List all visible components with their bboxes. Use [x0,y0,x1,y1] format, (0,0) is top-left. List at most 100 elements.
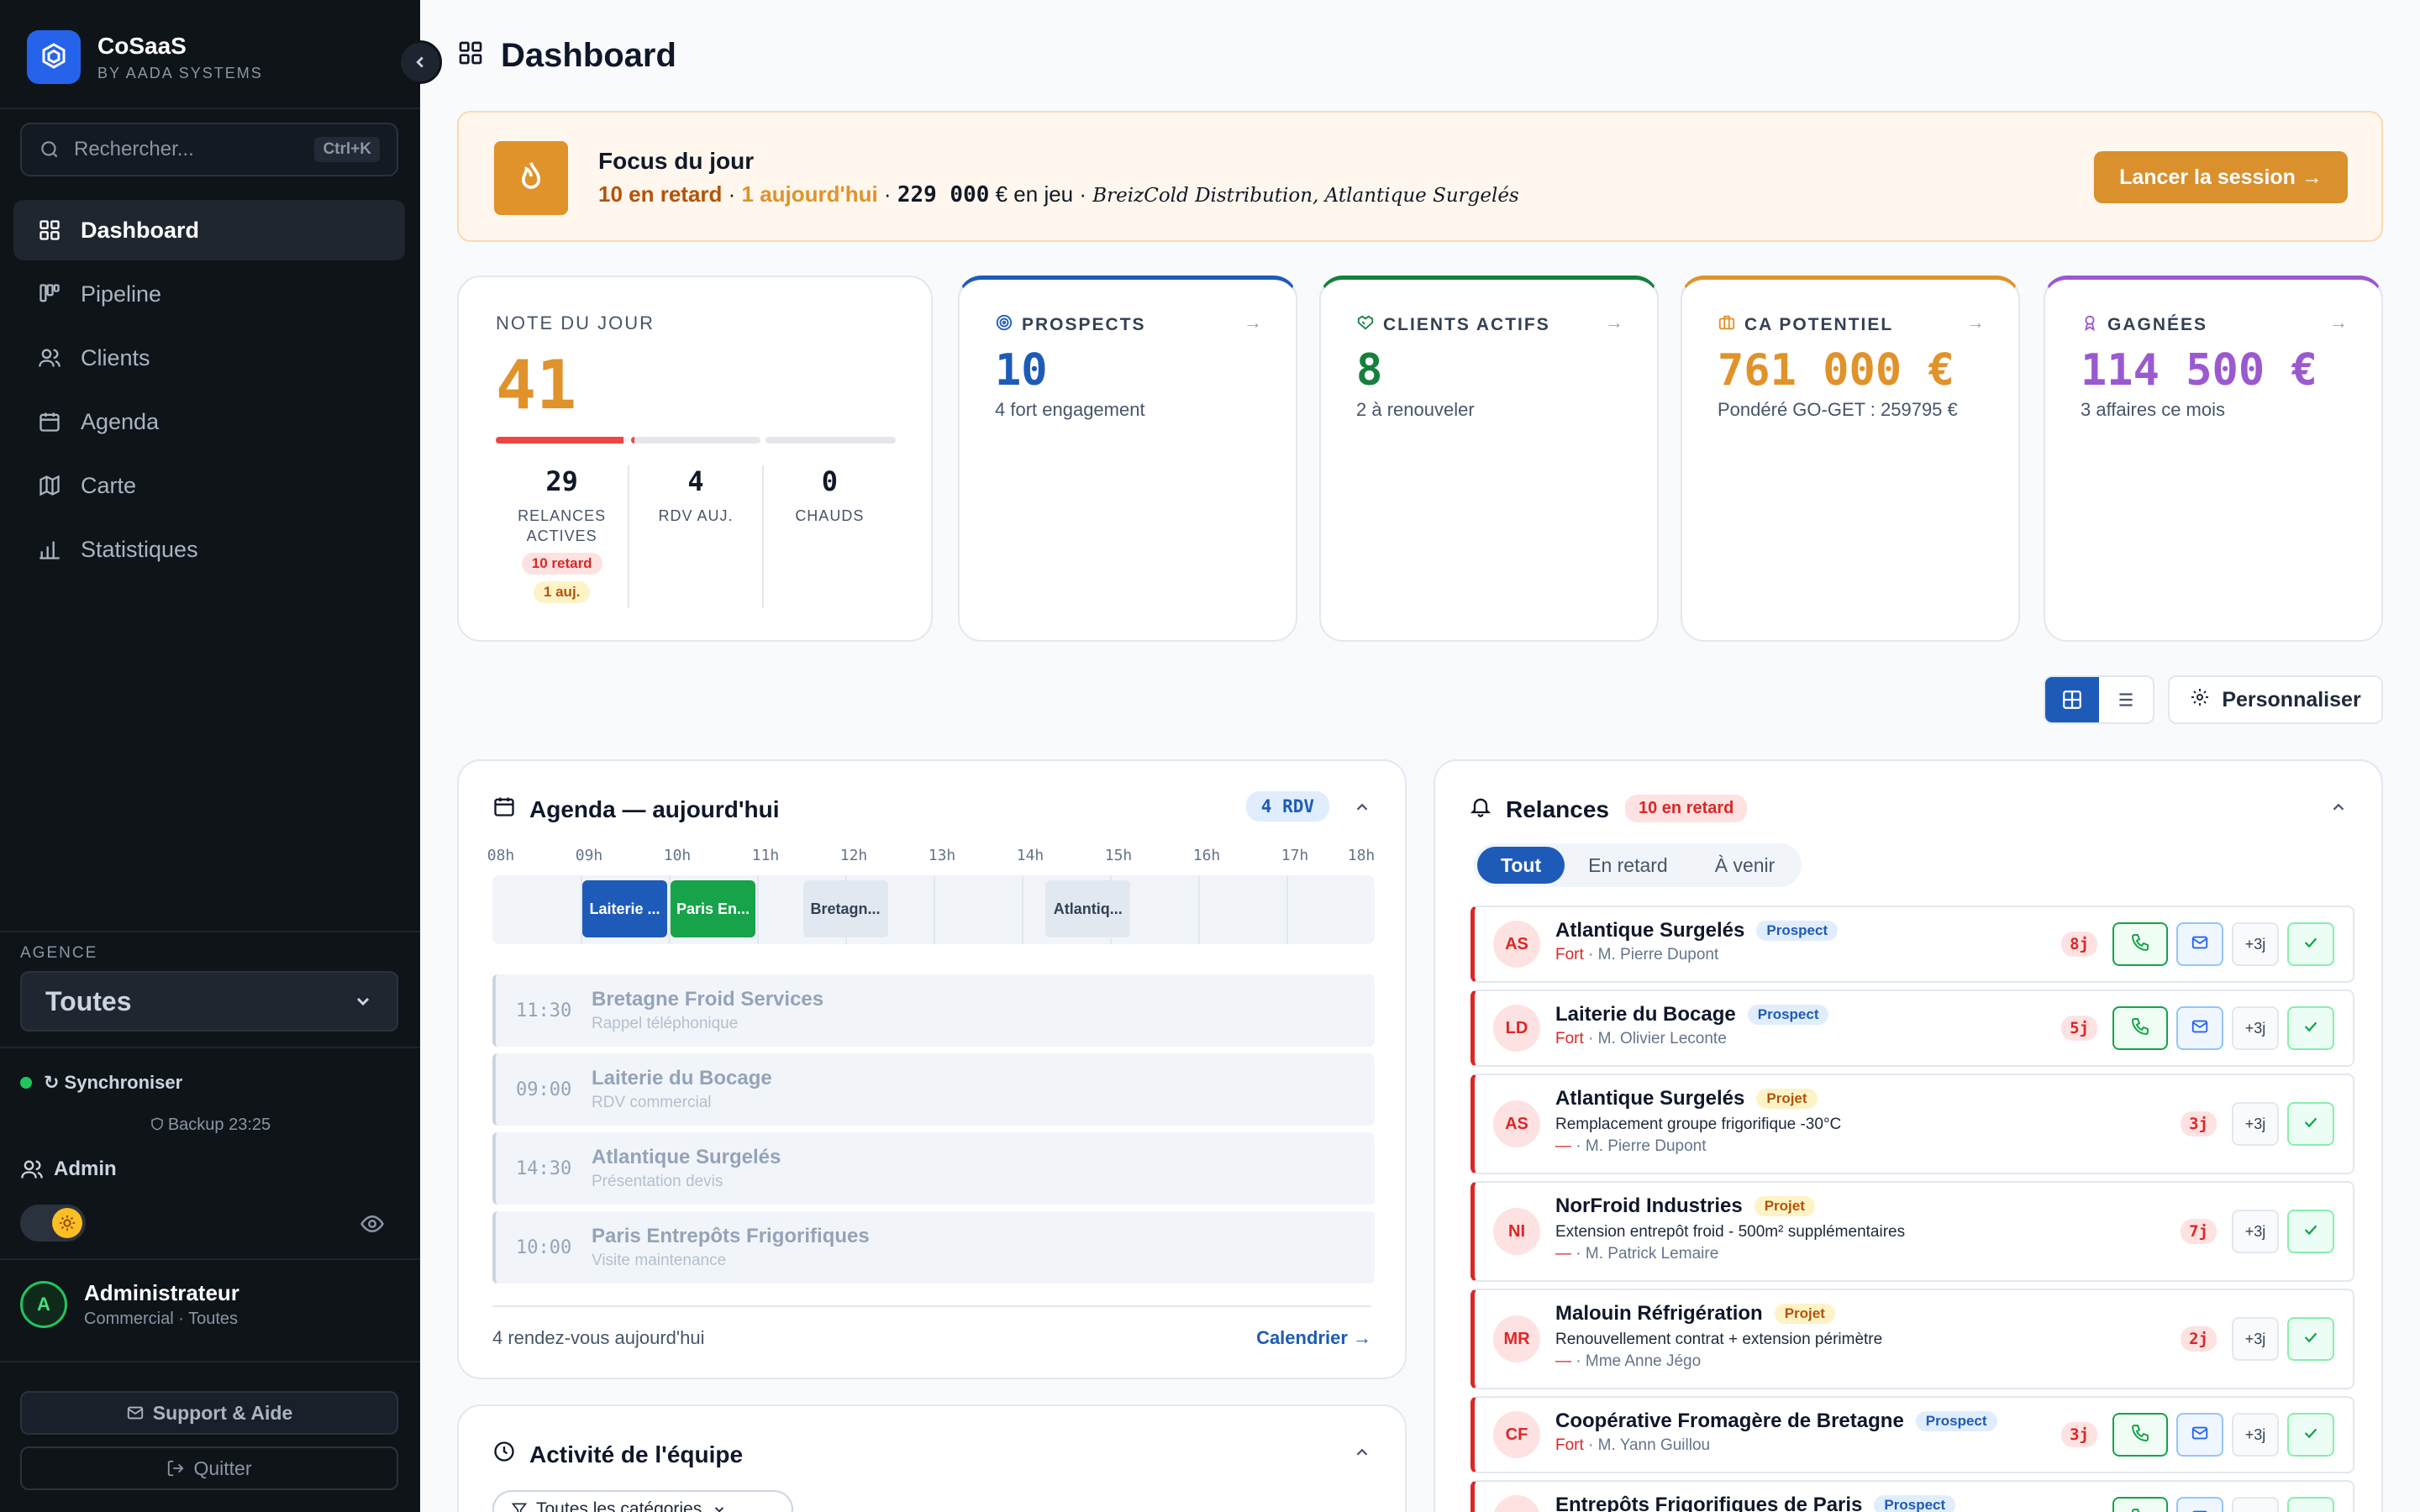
award-icon [2081,313,2099,337]
timeline-event[interactable]: Bretagn... [802,880,888,937]
sync-button[interactable]: ↻ Synchroniser [20,1072,182,1094]
mail-icon [2191,1017,2209,1040]
postpone-button[interactable]: +3j [2232,1210,2279,1253]
kpi-ca-potentiel-card[interactable]: CA POTENTIEL → 761 000 € Pondéré GO-GET … [1681,276,2020,642]
sidebar-item-pipeline[interactable]: Pipeline [13,264,405,324]
relance-strength: Fort [1555,946,1584,963]
calendar-link[interactable]: Calendrier → [1256,1327,1371,1349]
postpone-button[interactable]: +3j [2232,1317,2279,1361]
tab-a-venir[interactable]: À venir [1691,847,1799,884]
category-filter[interactable]: Toutes les catégories [492,1490,793,1512]
tab-en-retard[interactable]: En retard [1565,847,1691,884]
relance-meta: Fort · M. Yann Guillou [1555,1436,1997,1455]
search-input[interactable]: Rechercher... Ctrl+K [20,123,398,176]
email-button[interactable] [2176,1413,2223,1457]
relance-name: Entrepôts Frigorifiques de Paris [1555,1494,1863,1512]
phone-button[interactable] [2112,1497,2168,1512]
start-session-button[interactable]: Lancer la session → [2094,151,2348,203]
user-profile[interactable]: A Administrateur Commercial · Toutes [20,1280,239,1329]
rdv-item[interactable]: 10:00 Paris Entrepôts Frigorifiques Visit… [492,1211,1375,1284]
page-title-text: Dashboard [501,37,676,74]
rdv-item[interactable]: 11:30 Bretagne Froid Services Rappel télé… [492,974,1375,1047]
late-pill: 10 retard [521,553,602,575]
kpi-clients-actifs-card[interactable]: CLIENTS ACTIFS → 8 2 à renouveler [1319,276,1659,642]
logout-icon [168,1460,185,1477]
relance-body: Malouin Réfrigération Projet Renouvellemen… [1555,1302,1882,1371]
admin-role[interactable]: Admin [20,1158,117,1181]
quit-button[interactable]: Quitter [20,1446,398,1490]
email-button[interactable] [2176,922,2223,966]
rdv-item[interactable]: 14:30 Atlantique Surgelés Présentation de… [492,1132,1375,1205]
timeline-event[interactable]: Laiterie ... [582,880,667,937]
done-button[interactable] [2287,1006,2334,1050]
brand[interactable]: CoSaaS BY AADA SYSTEMS [27,30,263,84]
relance-item[interactable]: AS Atlantique Surgelés Prospect Fort · M. P… [1470,906,2354,983]
sidebar-item-agenda[interactable]: Agenda [13,391,405,452]
relance-name-row: Atlantique Surgelés Projet [1555,1087,1841,1110]
agence-select[interactable]: Toutes [20,971,398,1032]
sidebar-item-clients[interactable]: Clients [13,328,405,388]
postpone-button[interactable]: +3j [2232,1006,2279,1050]
support-button[interactable]: Support & Aide [20,1391,398,1435]
handshake-icon [1356,313,1375,337]
stat-chauds[interactable]: 0 CHAUDS [761,465,896,608]
phone-button[interactable] [2112,922,2168,966]
rdv-time: 14:30 [516,1158,572,1179]
done-button[interactable] [2287,1413,2334,1457]
relance-meta: — · Mme Anne Jégo [1555,1352,1882,1371]
stat-rdv[interactable]: 4 RDV AUJ. [628,465,761,608]
note-stats: 29 RELANCES ACTIVES 10 retard 1 auj. 4 R… [496,465,896,608]
theme-toggle[interactable] [20,1205,86,1242]
note-progress [496,437,897,444]
relance-item[interactable]: LD Laiterie du Bocage Prospect Fort · M. Ol… [1470,990,2354,1067]
stat-relances[interactable]: 29 RELANCES ACTIVES 10 retard 1 auj. [496,465,628,608]
sidebar-item-statistiques[interactable]: Statistiques [13,519,405,580]
done-button[interactable] [2287,1210,2334,1253]
postpone-button[interactable]: +3j [2232,922,2279,966]
timeline-event[interactable]: Atlantiq... [1045,880,1131,937]
relance-tag: Projet [1754,1196,1815,1216]
postpone-button[interactable]: +3j [2232,1413,2279,1457]
done-button[interactable] [2287,1102,2334,1146]
done-button[interactable] [2287,1497,2334,1512]
eye-icon[interactable] [360,1211,385,1241]
phone-button[interactable] [2112,1413,2168,1457]
relance-item[interactable]: EF Entrepôts Frigorifiques de Paris Prospe… [1470,1480,2354,1512]
personnaliser-button[interactable]: Personnaliser [2168,675,2383,724]
tab-tout[interactable]: Tout [1477,847,1565,884]
relance-item[interactable]: CF Coopérative Fromagère de Bretagne Prosp… [1470,1396,2354,1473]
kpi-subtext: 3 affaires ce mois [2081,399,2226,420]
relance-item[interactable]: AS Atlantique Surgelés Projet Remplacement … [1470,1074,2354,1174]
user-role: Commercial · Toutes [84,1310,239,1328]
done-button[interactable] [2287,1317,2334,1361]
divider [0,1258,420,1260]
grid-view-button[interactable] [2045,677,2099,722]
chevron-up-icon[interactable] [1353,798,1371,821]
rdv-item[interactable]: 09:00 Laiterie du Bocage RDV commercial [492,1053,1375,1126]
kpi-prospects-card[interactable]: PROSPECTS → 10 4 fort engagement [958,276,1297,642]
relance-meta: Fort · M. Pierre Dupont [1555,946,1838,964]
postpone-button[interactable]: +3j [2232,1497,2279,1512]
collapse-sidebar-button[interactable] [398,40,442,84]
postpone-button[interactable]: +3j [2232,1102,2279,1146]
kpi-value: 10 [995,345,1048,396]
relance-item[interactable]: NI NorFroid Industries Projet Extension ent… [1470,1181,2354,1282]
phone-button[interactable] [2112,1006,2168,1050]
agenda-title: Agenda — aujourd'hui [492,795,780,824]
kpi-gagnees-card[interactable]: GAGNÉES → 114 500 € 3 affaires ce mois [2044,276,2383,642]
divider [0,1361,420,1362]
done-button[interactable] [2287,922,2334,966]
chevron-up-icon[interactable] [1353,1443,1371,1466]
relance-item[interactable]: MR Malouin Réfrigération Projet Renouvellem… [1470,1289,2354,1389]
email-button[interactable] [2176,1497,2223,1512]
flame-icon [494,141,568,215]
sidebar-item-dashboard[interactable]: Dashboard [13,200,405,260]
focus-banner: Focus du jour 10 en retard · 1 aujourd'h… [457,111,2383,242]
chevron-down-icon [715,1507,724,1512]
email-button[interactable] [2176,1006,2223,1050]
list-view-button[interactable] [2099,677,2153,722]
chevron-up-icon[interactable] [2329,798,2348,821]
sidebar-item-carte[interactable]: Carte [13,455,405,516]
timeline-event[interactable]: Paris En... [671,880,755,937]
rdv-name: Atlantique Surgelés [592,1146,781,1168]
